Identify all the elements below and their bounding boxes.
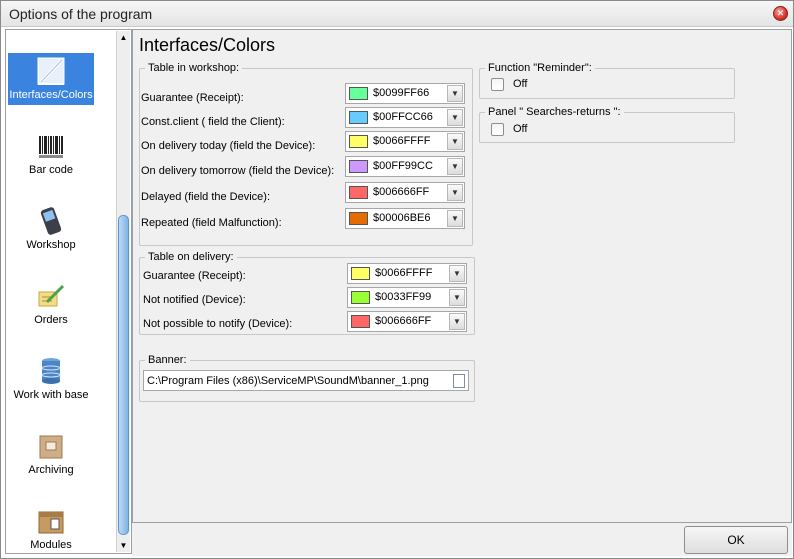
- sidebar-item-orders[interactable]: Orders: [8, 278, 94, 330]
- sidebar-item-label: Modules: [30, 539, 72, 551]
- scroll-thumb[interactable]: [118, 215, 129, 535]
- color-picker-repeated[interactable]: $00006BE6 ▼: [345, 208, 465, 229]
- row-label: On delivery today (field the Device):: [141, 140, 316, 152]
- sidebar-item-label: Interfaces/Colors: [9, 89, 93, 101]
- chevron-down-icon[interactable]: ▼: [447, 184, 463, 201]
- chevron-down-icon[interactable]: ▼: [447, 210, 463, 227]
- sidebar-item-work-with-base[interactable]: Work with base: [8, 353, 94, 405]
- pen-ruler-icon: [35, 55, 67, 87]
- group-legend: Banner:: [148, 354, 187, 366]
- color-value: $0033FF99: [375, 291, 432, 303]
- color-value: $00FFCC66: [373, 111, 433, 123]
- database-icon: [35, 355, 67, 387]
- color-picker-const-client[interactable]: $00FFCC66 ▼: [345, 107, 465, 128]
- chevron-down-icon[interactable]: ▼: [449, 313, 465, 330]
- color-swatch: [349, 186, 368, 199]
- banner-path-input[interactable]: C:\Program Files (x86)\ServiceMP\SoundM\…: [143, 370, 469, 391]
- color-picker-delivery-today[interactable]: $0066FFFF ▼: [345, 131, 465, 152]
- page-title: Interfaces/Colors: [139, 35, 276, 55]
- chevron-down-icon[interactable]: ▼: [447, 85, 463, 102]
- color-picker-guarantee[interactable]: $0099FF66 ▼: [345, 83, 465, 104]
- group-legend: Table in workshop:: [148, 62, 240, 74]
- group-legend: Function "Reminder":: [488, 62, 592, 74]
- color-picker-not-notified[interactable]: $0033FF99 ▼: [347, 287, 467, 308]
- close-button[interactable]: ✕: [773, 6, 788, 21]
- color-swatch: [349, 87, 368, 100]
- reminder-checkbox-label: Off: [513, 78, 528, 90]
- color-swatch: [349, 160, 368, 173]
- settings-panel: Interfaces/Colors Table in workshop: Gua…: [132, 29, 792, 523]
- title-bar: Options of the program ✕: [1, 1, 793, 27]
- category-sidebar: Interfaces/Colors Bar code Workshop Orde…: [5, 29, 132, 554]
- panel-checkbox[interactable]: [491, 123, 504, 136]
- sidebar-item-workshop[interactable]: Workshop: [8, 203, 94, 255]
- row-label: Repeated (field Malfunction):: [141, 217, 282, 229]
- options-window: Options of the program ✕ Interfaces/Colo…: [0, 0, 794, 559]
- color-value: $00FF99CC: [373, 160, 433, 172]
- archive-box-icon: [35, 430, 67, 462]
- group-legend: Panel " Searches-returns ":: [488, 106, 621, 118]
- sidebar-item-interfaces-colors[interactable]: Interfaces/Colors: [8, 53, 94, 105]
- orders-pen-icon: [35, 280, 67, 312]
- barcode-icon: [35, 130, 67, 162]
- color-swatch: [349, 111, 368, 124]
- row-label: Delayed (field the Device):: [141, 191, 271, 203]
- row-label: Not notified (Device):: [143, 294, 246, 306]
- sidebar-item-bar-code[interactable]: Bar code: [8, 128, 94, 180]
- row-label: Not possible to notify (Device):: [143, 318, 293, 330]
- modules-box-icon: [35, 505, 67, 537]
- row-label: Guarantee (Receipt):: [143, 270, 246, 282]
- window-title: Options of the program: [9, 6, 153, 22]
- sidebar-item-label: Workshop: [26, 239, 76, 251]
- row-label: On delivery tomorrow (field the Device):: [141, 165, 335, 177]
- sidebar-item-label: Archiving: [28, 464, 74, 476]
- banner-path-value: C:\Program Files (x86)\ServiceMP\SoundM\…: [147, 375, 429, 387]
- sidebar-item-label: Bar code: [28, 164, 74, 176]
- color-value: $006666FF: [373, 186, 430, 198]
- sidebar-item-archiving[interactable]: Archiving: [8, 428, 94, 480]
- sidebar-item-label: Orders: [34, 314, 68, 326]
- color-swatch: [351, 291, 370, 304]
- color-value: $0099FF66: [373, 87, 430, 99]
- chevron-down-icon[interactable]: ▼: [449, 289, 465, 306]
- color-value: $0066FFFF: [373, 135, 431, 147]
- row-label: Const.client ( field the Client):: [141, 116, 285, 128]
- panel-checkbox-label: Off: [513, 123, 528, 135]
- row-label: Guarantee (Receipt):: [141, 92, 244, 104]
- sidebar-item-modules[interactable]: Modules: [8, 503, 94, 555]
- color-picker-delayed[interactable]: $006666FF ▼: [345, 182, 465, 203]
- color-swatch: [349, 135, 368, 148]
- mobile-phone-icon: [35, 205, 67, 237]
- reminder-checkbox[interactable]: [491, 78, 504, 91]
- chevron-down-icon[interactable]: ▼: [447, 133, 463, 150]
- color-swatch: [349, 212, 368, 225]
- color-value: $00006BE6: [373, 212, 431, 224]
- file-browse-icon[interactable]: [453, 374, 465, 388]
- group-legend: Table on delivery:: [148, 251, 234, 263]
- dialog-footer: OK: [132, 523, 792, 556]
- color-picker-delivery-guarantee[interactable]: $0066FFFF ▼: [347, 263, 467, 284]
- scroll-down-icon[interactable]: ▼: [117, 539, 130, 552]
- color-value: $006666FF: [375, 315, 432, 327]
- color-picker-delivery-tomorrow[interactable]: $00FF99CC ▼: [345, 156, 465, 177]
- chevron-down-icon[interactable]: ▼: [447, 109, 463, 126]
- chevron-down-icon[interactable]: ▼: [449, 265, 465, 282]
- scroll-up-icon[interactable]: ▲: [117, 31, 130, 44]
- close-icon: ✕: [776, 8, 785, 18]
- chevron-down-icon[interactable]: ▼: [447, 158, 463, 175]
- color-swatch: [351, 315, 370, 328]
- sidebar-item-label: Work with base: [13, 389, 89, 401]
- color-value: $0066FFFF: [375, 267, 433, 279]
- sidebar-scrollbar[interactable]: ▲ ▼: [116, 31, 130, 552]
- color-picker-not-possible[interactable]: $006666FF ▼: [347, 311, 467, 332]
- color-swatch: [351, 267, 370, 280]
- ok-button[interactable]: OK: [684, 526, 788, 554]
